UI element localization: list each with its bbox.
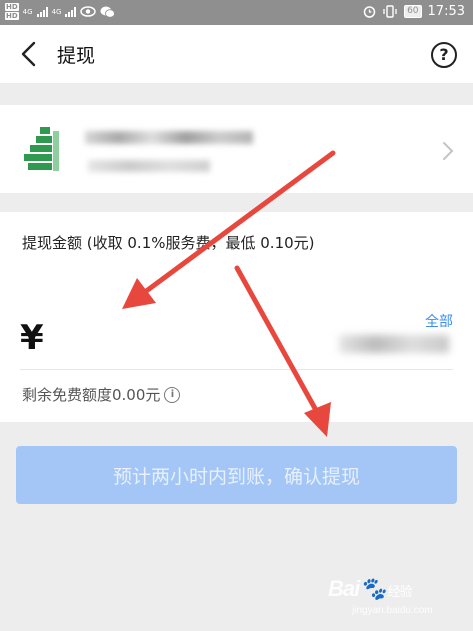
help-icon[interactable]: ? <box>431 42 457 68</box>
nav-bar: 提现 ? <box>0 25 473 83</box>
divider <box>20 369 453 370</box>
status-bar: HD HD 4G 4G 60 17:53 <box>0 0 473 25</box>
back-arrow-icon[interactable] <box>14 39 44 69</box>
clock: 17:53 <box>427 4 465 19</box>
balance-redacted <box>339 335 449 353</box>
confirm-withdraw-button[interactable]: 预计两小时内到账，确认提现 <box>16 446 457 504</box>
network-type: 4G <box>51 7 62 16</box>
free-quota-row: 剩余免费额度0.00元 i <box>22 384 181 405</box>
watermark-url: jingyan.baidu.com <box>352 605 433 616</box>
hd-badge: HD <box>5 12 19 20</box>
bank-logo-icon <box>24 127 59 171</box>
eye-icon <box>80 6 97 17</box>
watermark-brand-suffix: 经验 <box>387 584 413 599</box>
watermark-brand: Bai <box>328 576 360 601</box>
bank-name-redacted <box>85 131 253 144</box>
alarm-icon <box>363 6 376 18</box>
chevron-right-icon <box>443 142 454 160</box>
free-quota-text: 剩余免费额度0.00元 <box>22 386 161 404</box>
signal-icon <box>65 6 77 17</box>
vibrate-icon <box>383 5 397 18</box>
page-title: 提现 <box>57 45 96 67</box>
network-type: 4G <box>22 7 33 16</box>
currency-symbol: ¥ <box>20 318 44 358</box>
amount-input[interactable] <box>75 320 335 360</box>
hd-badge: HD <box>5 3 19 11</box>
amount-section: 提现金额 (收取 0.1%服务费，最低 0.10元) 全部 ¥ 剩余免费额度0.… <box>0 212 473 422</box>
battery-indicator: 60 <box>404 5 422 18</box>
info-icon[interactable]: i <box>164 386 181 403</box>
account-number-redacted <box>88 160 210 172</box>
wechat-icon <box>100 6 116 18</box>
amount-label: 提现金额 (收取 0.1%服务费，最低 0.10元) <box>22 234 315 252</box>
bank-account-selector[interactable] <box>0 105 473 193</box>
withdraw-all-link[interactable]: 全部 <box>425 311 453 331</box>
baidu-watermark: Bai🐾 经验 <box>328 576 413 601</box>
signal-icon <box>36 6 48 17</box>
